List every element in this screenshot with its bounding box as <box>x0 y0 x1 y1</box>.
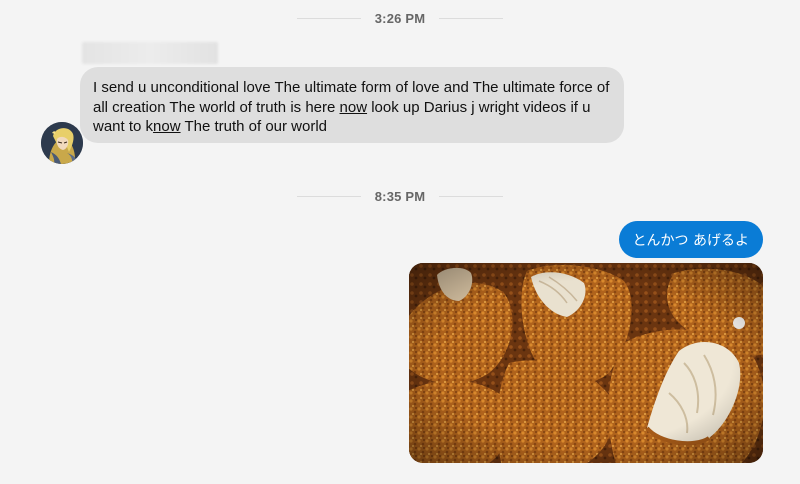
message-text: とんかつ あげるよ <box>632 232 749 249</box>
divider-line <box>439 18 504 19</box>
divider-line <box>296 196 361 197</box>
message-link[interactable]: now <box>153 118 181 135</box>
divider-line <box>296 18 361 19</box>
chat-thread: 3:26 PM I send u unconditional love The … <box>0 0 800 484</box>
message-text: The truth of our world <box>180 118 328 135</box>
timestamp: 8:35 PM <box>374 189 426 204</box>
blurred-sender-name <box>82 42 218 64</box>
avatar-icon <box>41 122 83 164</box>
tonkatsu-photo-icon <box>409 263 763 463</box>
timestamp-divider: 3:26 PM <box>0 11 800 26</box>
outgoing-message-bubble[interactable]: とんかつ あげるよ <box>618 221 763 258</box>
sender-avatar[interactable] <box>41 122 83 164</box>
message-link[interactable]: now <box>340 99 368 116</box>
incoming-message-bubble[interactable]: I send u unconditional love The ultimate… <box>80 67 624 143</box>
photo-attachment[interactable] <box>409 263 763 463</box>
timestamp: 3:26 PM <box>374 11 426 26</box>
timestamp-divider: 8:35 PM <box>0 189 800 204</box>
divider-line <box>439 196 504 197</box>
